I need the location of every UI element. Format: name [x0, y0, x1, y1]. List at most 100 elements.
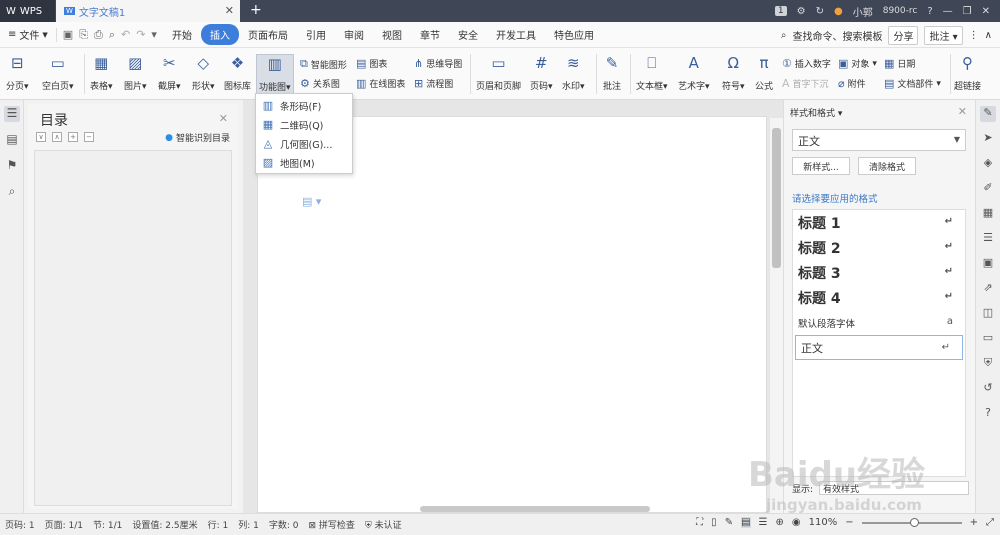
comment-button[interactable]: 批注 ▾ [924, 26, 963, 45]
new-style-button[interactable]: 新样式... [792, 157, 850, 175]
toc-nav-icon[interactable]: ☰ [4, 106, 20, 122]
shapes-icon[interactable]: ◈ [980, 156, 996, 172]
mind-map-button[interactable]: ⋔ 思维导图 [414, 57, 462, 70]
question-icon[interactable]: ? [980, 406, 996, 422]
scroll-thumb[interactable] [772, 128, 781, 268]
minimize-icon[interactable]: — [943, 6, 953, 17]
dropdown-item-3[interactable]: ▨ 地图(M) [256, 153, 352, 172]
online-chart-button[interactable]: ▥ 在线图表 [356, 77, 405, 90]
watermark-button[interactable]: ≋ 水印▾ [562, 54, 585, 92]
smart-graphic-button[interactable]: ⧉ 智能图形 [300, 57, 347, 71]
help-icon[interactable]: ? [927, 6, 932, 17]
smart-toc-button[interactable]: ● 智能识别目录 [165, 131, 230, 145]
form-icon[interactable]: ▣ [980, 256, 996, 272]
restore-icon[interactable]: ❐ [963, 6, 972, 17]
spell-check-button[interactable]: ⊠ 拼写检查 [304, 518, 360, 531]
page-number-button[interactable]: # 页码▾ [530, 54, 553, 92]
style-format-icon[interactable]: ✎ [980, 106, 996, 122]
share-out-icon[interactable]: ⇗ [980, 281, 996, 297]
sliders-icon[interactable]: ☰ [980, 231, 996, 247]
dropdown-item-0[interactable]: ▥ 条形码(F) [256, 96, 352, 115]
textbox-button[interactable]: ⎕ 文本框▾ [636, 54, 668, 92]
style-item-2[interactable]: 标题 3 ↵ [793, 260, 965, 285]
tab-8[interactable]: 开发工具 [487, 24, 545, 45]
more-options-icon[interactable]: ⋮ [969, 30, 979, 41]
skin-icon[interactable]: ⚙ [797, 6, 806, 17]
attachment-button[interactable]: ⌀ 附件 [838, 77, 866, 90]
pages-nav-icon[interactable]: ▤ [4, 132, 20, 148]
date-button[interactable]: ▦ 日期 [884, 57, 915, 70]
table-button[interactable]: ▦ 表格▾ [90, 54, 113, 92]
paste-options-icon[interactable]: ▤ ▾ [302, 195, 321, 208]
page-count-badge[interactable]: 1 [774, 6, 787, 16]
file-menu[interactable]: ≡ 文件 ▼ [0, 27, 56, 42]
tab-7[interactable]: 安全 [449, 24, 487, 45]
fullscreen-icon[interactable]: ⛶ [696, 517, 703, 528]
collapse-ribbon-icon[interactable]: ∧ [985, 30, 992, 41]
edit-mode-icon[interactable]: ✎ [725, 517, 733, 528]
close-icon[interactable]: ✕ [958, 105, 967, 118]
tab-0[interactable]: 开始 [163, 24, 201, 45]
wps-home-tab[interactable]: W WPS [0, 0, 55, 22]
tab-6[interactable]: 章节 [411, 24, 449, 45]
tab-9[interactable]: 特色应用 [545, 24, 603, 45]
pen-icon[interactable]: ✐ [980, 181, 996, 197]
command-search[interactable]: 查找命令、搜索模板 [792, 28, 882, 43]
tab-4[interactable]: 审阅 [335, 24, 373, 45]
art-text-button[interactable]: A 艺术字▾ [678, 54, 710, 92]
avatar[interactable]: ● [834, 6, 843, 17]
symbol-button[interactable]: Ω 符号▾ [722, 54, 745, 92]
table-props-icon[interactable]: ▦ [980, 206, 996, 222]
blank-page-button[interactable]: ▭ 空白页▾ [42, 54, 74, 92]
close-window-icon[interactable]: ✕ [982, 6, 990, 17]
object-button[interactable]: ▣ 对象 ▾ [838, 57, 877, 70]
page-break-button[interactable]: ⊟ 分页▾ [6, 54, 29, 92]
share-button[interactable]: 分享 [888, 26, 919, 45]
expand-icon[interactable]: ∨ [36, 132, 46, 142]
tab-3[interactable]: 引用 [297, 24, 335, 45]
style-item-5[interactable]: 正文 ↵ [795, 335, 963, 360]
relation-chart-button[interactable]: ⚙ 关系图 [300, 77, 340, 90]
tab-2[interactable]: 页面布局 [239, 24, 297, 45]
sync-icon[interactable]: ↻ [816, 6, 824, 17]
style-item-0[interactable]: 标题 1 ↵ [793, 210, 965, 235]
hyperlink-button[interactable]: ⚲ 超链接 [954, 54, 981, 92]
document-page[interactable]: ▤ ▾ [257, 116, 767, 513]
drop-cap-button[interactable]: A 首字下沉 [782, 77, 829, 90]
read-mode-icon[interactable]: ▯ [711, 517, 717, 528]
layers-icon[interactable]: ◫ [980, 306, 996, 322]
select-cursor-icon[interactable]: ➤ [980, 131, 996, 147]
document-tab[interactable]: W 文字文稿1 ✕ [56, 0, 240, 22]
header-footer-button[interactable]: ▭ 页眉和页脚 [476, 54, 521, 92]
bookmark-icon[interactable]: ⚑ [4, 158, 20, 174]
function-chart-button[interactable]: ▥ 功能图▾ [256, 54, 294, 94]
chart-button[interactable]: ▤ 图表 [356, 57, 387, 70]
insert-number-button[interactable]: ① 插入数字 [782, 57, 831, 70]
more-icon[interactable]: ▾ [151, 28, 157, 42]
dropdown-item-2[interactable]: ◬ 几何图(G)... [256, 134, 352, 153]
style-item-4[interactable]: 默认段落字体 a [793, 310, 965, 335]
print-preview-icon[interactable]: ⌕ [109, 28, 115, 42]
dropdown-item-1[interactable]: ▦ 二维码(Q) [256, 115, 352, 134]
horizontal-scrollbar[interactable] [420, 506, 650, 512]
doc-parts-button[interactable]: ▤ 文档部件 ▾ [884, 77, 941, 90]
shape-button[interactable]: ◇ 形状▾ [192, 54, 215, 92]
close-tab-icon[interactable]: ✕ [225, 4, 234, 17]
current-style-select[interactable]: 正文 ▼ [792, 129, 966, 151]
redo-icon[interactable]: ↷ [136, 28, 145, 42]
clear-format-button[interactable]: 清除格式 [858, 157, 916, 175]
tab-5[interactable]: 视图 [373, 24, 411, 45]
history-icon[interactable]: ↺ [980, 381, 996, 397]
screenshot-button[interactable]: ✂ 截屏▾ [158, 54, 181, 92]
shield-icon[interactable]: ⛨ [980, 356, 996, 372]
style-item-1[interactable]: 标题 2 ↵ [793, 235, 965, 260]
add-icon[interactable]: + [68, 132, 78, 142]
new-tab-button[interactable]: + [250, 2, 262, 18]
picture-button[interactable]: ▨ 图片▾ [124, 54, 147, 92]
collapse-icon[interactable]: ∧ [52, 132, 62, 142]
remove-icon[interactable]: − [84, 132, 94, 142]
save-icon[interactable]: ▣ [63, 28, 73, 42]
auth-status[interactable]: ⛨ 未认证 [360, 518, 407, 531]
undo-icon[interactable]: ↶ [121, 28, 130, 42]
word-count-status[interactable]: 字数: 0 [264, 518, 304, 531]
